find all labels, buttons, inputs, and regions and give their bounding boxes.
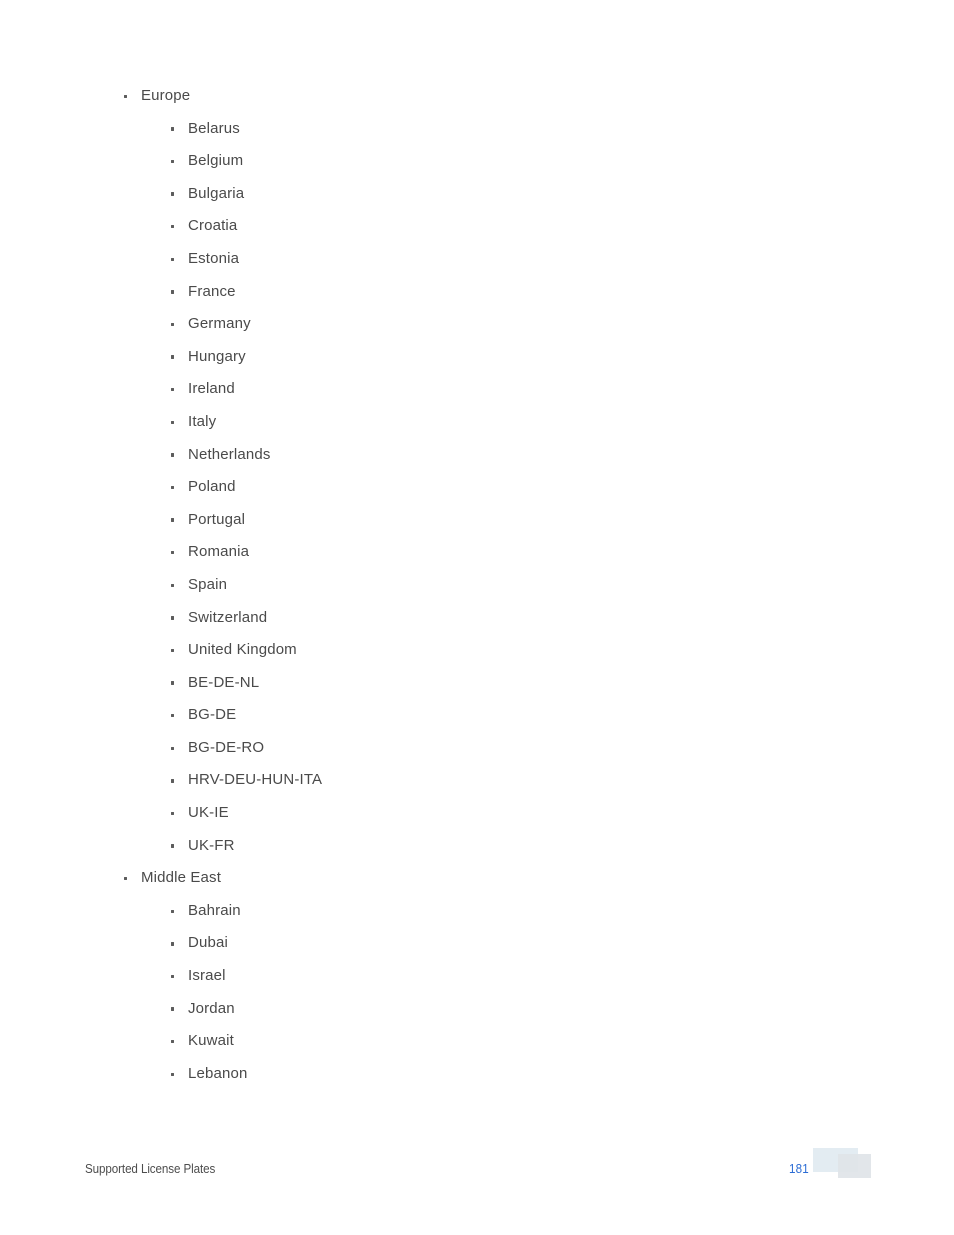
country-label: Germany — [188, 315, 251, 333]
country-label: Netherlands — [188, 445, 271, 463]
region-label: Middle East — [141, 869, 222, 887]
country-label: Spain — [188, 575, 228, 593]
country-label: Kuwait — [188, 1032, 234, 1050]
country-item: Bahrain — [0, 895, 954, 928]
country-item: Spain — [0, 569, 954, 602]
country-label: BG-DE-RO — [188, 738, 265, 756]
country-item: BG-DE — [0, 699, 954, 732]
country-item: Dubai — [0, 927, 954, 960]
license-plate-region-list: Europe Belarus Belgium Bulgaria Croatia … — [0, 80, 954, 1090]
country-label: Dubai — [188, 934, 228, 952]
document-page: Europe Belarus Belgium Bulgaria Croatia … — [0, 0, 954, 1235]
country-label: UK-IE — [188, 804, 229, 822]
region-item-middle-east: Middle East — [0, 862, 954, 895]
country-label: Poland — [188, 478, 236, 496]
country-label: Hungary — [188, 347, 246, 365]
footer-document-title: Supported License Plates — [85, 1162, 216, 1176]
country-label: UK-FR — [188, 836, 235, 854]
country-label: Belgium — [188, 152, 244, 170]
country-item: Israel — [0, 960, 954, 993]
country-item: Belgium — [0, 145, 954, 178]
country-item: France — [0, 276, 954, 309]
country-label: Portugal — [188, 510, 246, 528]
country-item: UK-FR — [0, 830, 954, 863]
country-item: Kuwait — [0, 1025, 954, 1058]
country-item: Ireland — [0, 373, 954, 406]
country-label: United Kingdom — [188, 641, 297, 659]
country-label: Italy — [188, 412, 217, 430]
region-item-europe: Europe — [0, 80, 954, 113]
country-label: Bahrain — [188, 901, 241, 919]
region-label: Europe — [141, 87, 191, 104]
page-footer: Supported License Plates 181 — [0, 1140, 954, 1235]
country-label: BG-DE — [188, 706, 237, 724]
country-item: Portugal — [0, 504, 954, 537]
country-item: Belarus — [0, 113, 954, 146]
country-item: Lebanon — [0, 1058, 954, 1091]
country-item: Romania — [0, 536, 954, 569]
region-list: Europe Belarus Belgium Bulgaria Croatia … — [0, 80, 954, 1090]
country-item: Netherlands — [0, 439, 954, 472]
country-item: Jordan — [0, 993, 954, 1026]
country-label: Lebanon — [188, 1064, 248, 1082]
country-label: Estonia — [188, 249, 240, 267]
country-item: Switzerland — [0, 602, 954, 635]
country-label: Ireland — [188, 380, 235, 398]
country-label: Switzerland — [188, 608, 268, 626]
country-item: BE-DE-NL — [0, 667, 954, 700]
country-label: HRV-DEU-HUN-ITA — [188, 771, 323, 789]
country-item: Bulgaria — [0, 178, 954, 211]
country-item: Hungary — [0, 341, 954, 374]
country-label: BE-DE-NL — [188, 673, 260, 691]
country-item: HRV-DEU-HUN-ITA — [0, 764, 954, 797]
country-item: United Kingdom — [0, 634, 954, 667]
country-label: Croatia — [188, 217, 238, 235]
country-item: BG-DE-RO — [0, 732, 954, 765]
country-item: Germany — [0, 308, 954, 341]
country-label: Jordan — [188, 999, 235, 1017]
country-item: Poland — [0, 471, 954, 504]
country-label: France — [188, 282, 236, 300]
country-label: Israel — [188, 967, 226, 985]
country-item: Croatia — [0, 210, 954, 243]
country-item: UK-IE — [0, 797, 954, 830]
logo-rect-front-icon — [838, 1154, 871, 1178]
footer-logo-icon — [813, 1148, 873, 1183]
country-item: Italy — [0, 406, 954, 439]
country-label: Bulgaria — [188, 184, 245, 202]
country-label: Belarus — [188, 119, 240, 137]
country-label: Romania — [188, 543, 250, 561]
footer-page-number: 181 — [789, 1162, 809, 1176]
country-item: Estonia — [0, 243, 954, 276]
